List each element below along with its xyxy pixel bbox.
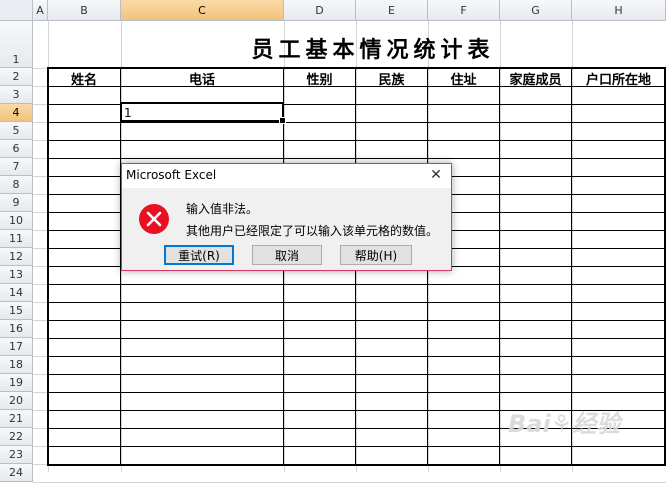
row-header-3[interactable]: 3: [0, 86, 33, 104]
row-header-14[interactable]: 14: [0, 284, 33, 302]
row-header-8[interactable]: 8: [0, 176, 33, 194]
gridline-vertical: [500, 21, 501, 472]
table-header-cell[interactable]: 姓名: [48, 69, 120, 88]
table-border: [47, 374, 664, 375]
table-header-cell[interactable]: 电话: [121, 69, 283, 88]
table-border: [47, 302, 664, 303]
fill-handle[interactable]: [279, 117, 286, 124]
table-border: [47, 284, 664, 285]
column-header-h[interactable]: H: [572, 0, 666, 21]
table-header-cell[interactable]: 家庭成员: [500, 69, 571, 88]
column-header-d[interactable]: D: [284, 0, 356, 21]
validation-error-dialog: Microsoft Excel ✕ 输入值非法。 其他用户已经限定了可以输入该单…: [121, 163, 452, 271]
column-header-e[interactable]: E: [356, 0, 428, 21]
help-button[interactable]: 帮助(H): [340, 245, 412, 265]
table-border: [47, 392, 664, 393]
column-header-f[interactable]: F: [428, 0, 500, 21]
row-header-22[interactable]: 22: [0, 428, 33, 446]
sheet-title[interactable]: 员工基本情况统计表: [122, 27, 624, 69]
dialog-message-line2: 其他用户已经限定了可以输入该单元格的数值。: [186, 224, 439, 238]
row-header-9[interactable]: 9: [0, 194, 33, 212]
table-header-cell[interactable]: 性别: [284, 69, 355, 88]
table-border: [47, 158, 664, 159]
cancel-button[interactable]: 取消: [252, 245, 322, 265]
row-header-5[interactable]: 5: [0, 122, 33, 140]
row-header-24[interactable]: 24: [0, 464, 33, 482]
row-header-6[interactable]: 6: [0, 140, 33, 158]
table-border: [47, 140, 664, 141]
active-cell-value: 1: [124, 105, 132, 120]
table-border: [47, 338, 664, 339]
row-header-16[interactable]: 16: [0, 320, 33, 338]
dialog-message-line1: 输入值非法。: [186, 202, 259, 216]
column-header-a[interactable]: A: [33, 0, 48, 21]
table-header-cell[interactable]: 民族: [356, 69, 427, 88]
column-header-b[interactable]: B: [48, 0, 121, 21]
dialog-titlebar[interactable]: Microsoft Excel ✕: [122, 164, 451, 187]
close-icon[interactable]: ✕: [424, 165, 448, 185]
retry-button[interactable]: 重试(R): [164, 245, 234, 265]
row-header-21[interactable]: 21: [0, 410, 33, 428]
row-header-18[interactable]: 18: [0, 356, 33, 374]
row-header-15[interactable]: 15: [0, 302, 33, 320]
row-header-13[interactable]: 13: [0, 266, 33, 284]
table-border: [47, 122, 664, 123]
table-border: [47, 320, 664, 321]
table-border: [47, 464, 666, 466]
row-header-10[interactable]: 10: [0, 212, 33, 230]
row-header-7[interactable]: 7: [0, 158, 33, 176]
table-header-cell[interactable]: 住址: [428, 69, 499, 88]
error-icon: [139, 204, 169, 234]
row-header-23[interactable]: 23: [0, 446, 33, 464]
row-header-11[interactable]: 11: [0, 230, 33, 248]
active-cell-c4[interactable]: [120, 102, 286, 124]
watermark-logo: Bai⚘经验: [508, 410, 621, 438]
row-header-20[interactable]: 20: [0, 392, 33, 410]
row-header-17[interactable]: 17: [0, 338, 33, 356]
column-header-c[interactable]: C: [121, 0, 284, 21]
row-header-2[interactable]: 2: [0, 68, 33, 86]
table-border: [47, 356, 664, 357]
table-border: [47, 446, 664, 447]
select-all-corner[interactable]: [0, 0, 33, 21]
row-header-4[interactable]: 4: [0, 104, 33, 122]
row-header-19[interactable]: 19: [0, 374, 33, 392]
dialog-title: Microsoft Excel: [126, 168, 217, 182]
column-header-g[interactable]: G: [500, 0, 572, 21]
table-header-cell[interactable]: 户口所在地: [572, 69, 665, 88]
row-header-12[interactable]: 12: [0, 248, 33, 266]
row-header-1[interactable]: 1: [0, 21, 33, 68]
